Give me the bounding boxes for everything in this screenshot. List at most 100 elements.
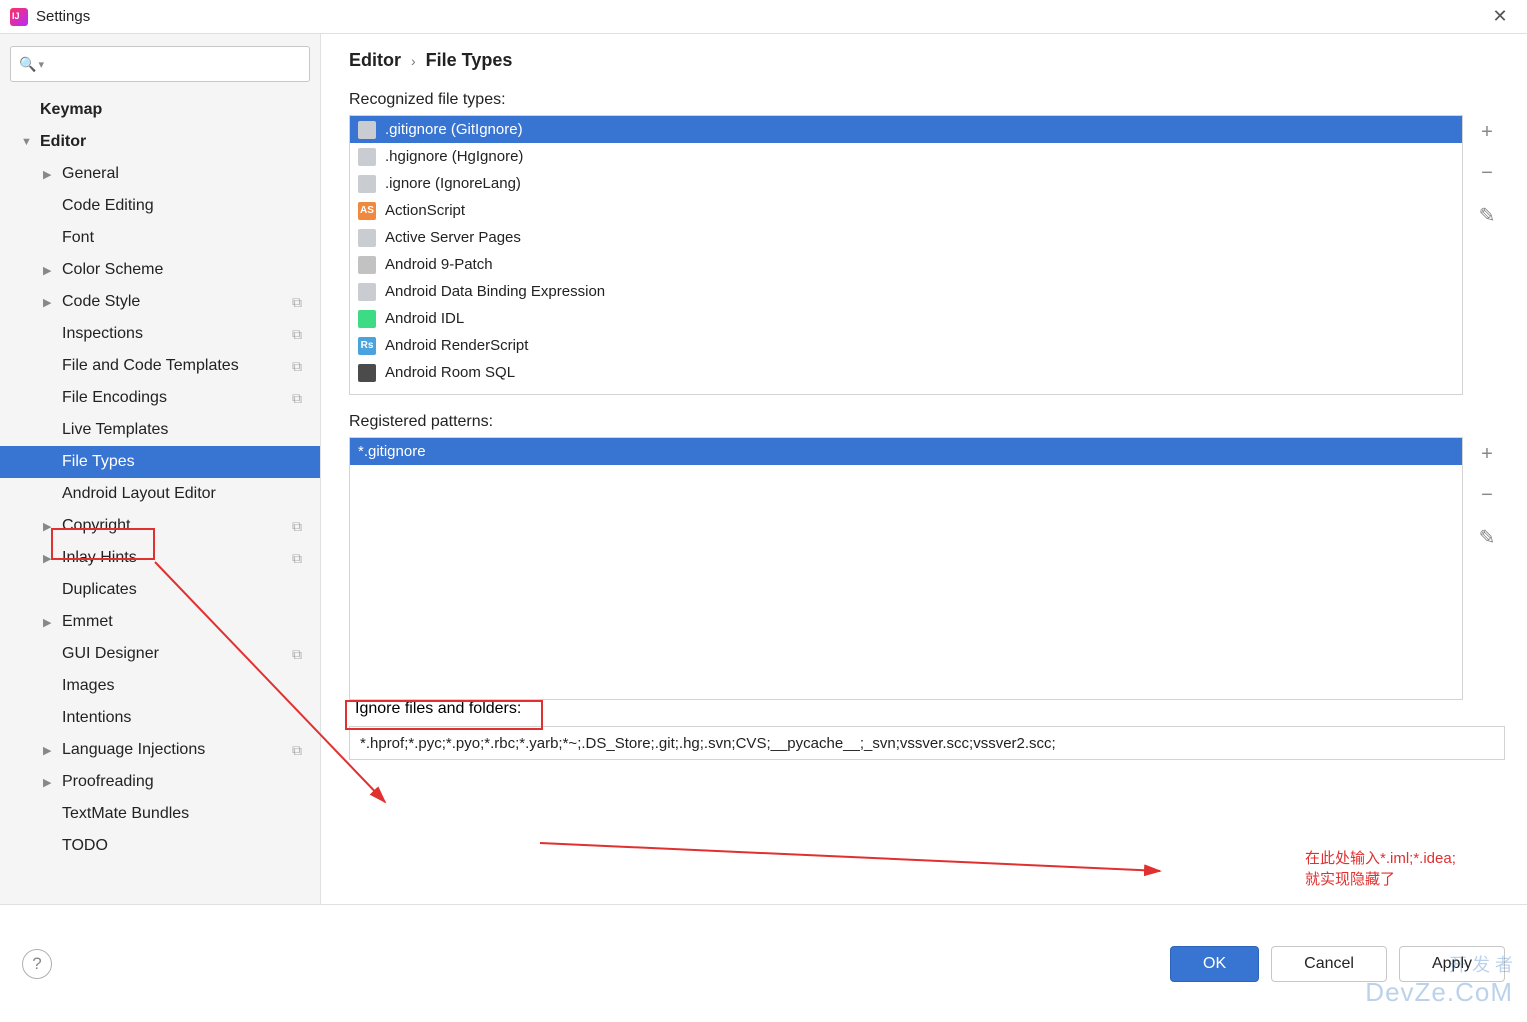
sidebar-item-label: Language Injections: [62, 741, 205, 759]
filetype-row[interactable]: ASActionScript: [350, 197, 1462, 224]
help-button[interactable]: ?: [22, 949, 52, 979]
edit-pattern-icon[interactable]: ✎: [1479, 525, 1496, 550]
expand-arrow-icon[interactable]: ▶: [43, 616, 57, 629]
sidebar-item-gui-designer[interactable]: GUI Designer ⧉: [0, 638, 320, 670]
add-pattern-icon[interactable]: +: [1481, 443, 1493, 466]
breadcrumb-root[interactable]: Editor: [349, 50, 401, 71]
filetype-row[interactable]: Active Server Pages: [350, 224, 1462, 251]
filetype-row[interactable]: Rs Android RenderScript: [350, 332, 1462, 359]
sidebar-item-label: GUI Designer: [62, 645, 159, 663]
filetype-row[interactable]: .hgignore (HgIgnore): [350, 143, 1462, 170]
sidebar-item-todo[interactable]: TODO: [0, 830, 320, 862]
sidebar-item-label: Emmet: [62, 613, 113, 631]
sidebar-item-label: TODO: [62, 837, 108, 855]
sidebar-item-label: Code Style: [62, 293, 140, 311]
settings-sidebar: 🔍 ▾ Keymap ▼Editor▶General Code Editing Fon…: [0, 34, 321, 966]
expand-arrow-icon[interactable]: ▶: [43, 296, 57, 309]
sidebar-item-proofreading[interactable]: ▶Proofreading: [0, 766, 320, 798]
main-panel: Editor › File Types Recognized file type…: [321, 34, 1527, 966]
filetype-row[interactable]: .ignore (IgnoreLang): [350, 170, 1462, 197]
sidebar-item-textmate-bundles[interactable]: TextMate Bundles: [0, 798, 320, 830]
sidebar-item-code-style[interactable]: ▶ Code Style ⧉: [0, 286, 320, 318]
filetype-icon: [358, 175, 376, 193]
close-icon[interactable]: ✕: [1483, 0, 1517, 34]
sidebar-item-color-scheme[interactable]: ▶ Color Scheme: [0, 254, 320, 286]
sidebar-item-label: Duplicates: [62, 581, 137, 599]
scope-icon: ⧉: [292, 742, 302, 759]
filetype-label: Android RenderScript: [385, 337, 528, 354]
sidebar-item-general[interactable]: ▶General: [0, 158, 320, 190]
sidebar-item-editor[interactable]: ▼Editor: [0, 126, 320, 158]
sidebar-item-live-templates[interactable]: Live Templates: [0, 414, 320, 446]
pattern-label: *.gitignore: [358, 443, 426, 460]
sidebar-item-label: Images: [62, 677, 114, 695]
sidebar-item-label: File and Code Templates: [62, 357, 239, 375]
apply-button[interactable]: Apply: [1399, 946, 1505, 982]
breadcrumb: Editor › File Types: [349, 50, 1505, 71]
sidebar-item-duplicates[interactable]: Duplicates: [0, 574, 320, 606]
sidebar-item-label: TextMate Bundles: [62, 805, 189, 823]
sidebar-item-intentions[interactable]: Intentions: [0, 702, 320, 734]
expand-arrow-icon[interactable]: ▶: [43, 552, 57, 565]
search-input[interactable]: 🔍 ▾: [10, 46, 310, 82]
filetype-row[interactable]: Android IDL: [350, 305, 1462, 332]
filetype-icon: [358, 283, 376, 301]
expand-arrow-icon[interactable]: ▶: [43, 264, 57, 277]
sidebar-item-label: Intentions: [62, 709, 131, 727]
chevron-right-icon: ›: [411, 53, 416, 69]
breadcrumb-leaf: File Types: [426, 50, 513, 71]
sidebar-item-label: Code Editing: [62, 197, 154, 215]
recognized-types-list[interactable]: .gitignore (GitIgnore) .hgignore (HgIgnor…: [349, 115, 1463, 395]
sidebar-item-label: Font: [62, 229, 94, 247]
sidebar-item-inlay-hints[interactable]: ▶Inlay Hints⧉: [0, 542, 320, 574]
sidebar-item-android-layout-editor[interactable]: Android Layout Editor: [0, 478, 320, 510]
ignore-files-input[interactable]: [349, 726, 1505, 760]
filetype-row[interactable]: Android Room SQL: [350, 359, 1462, 386]
remove-pattern-icon[interactable]: −: [1481, 484, 1493, 507]
window-title: Settings: [36, 8, 90, 25]
filetype-row[interactable]: .gitignore (GitIgnore): [350, 116, 1462, 143]
edit-filetype-icon[interactable]: ✎: [1479, 203, 1496, 228]
search-icon: 🔍: [19, 56, 36, 73]
expand-arrow-icon[interactable]: ▼: [21, 136, 35, 148]
sidebar-item-file-types[interactable]: File Types: [0, 446, 320, 478]
scope-icon: ⧉: [292, 294, 302, 311]
registered-patterns-list[interactable]: *.gitignore: [349, 437, 1463, 700]
sidebar-item-keymap[interactable]: Keymap: [0, 94, 320, 126]
sidebar-item-label: Color Scheme: [62, 261, 163, 279]
sidebar-item-images[interactable]: Images: [0, 670, 320, 702]
sidebar-item-code-editing[interactable]: Code Editing: [0, 190, 320, 222]
filetype-label: Android IDL: [385, 310, 464, 327]
annotation-text: 在此处输入*.iml;*.idea; 就实现隐藏了: [1305, 848, 1456, 890]
filetype-label: .hgignore (HgIgnore): [385, 148, 523, 165]
sidebar-item-label: File Encodings: [62, 389, 167, 407]
scope-icon: ⧉: [292, 646, 302, 663]
search-options-icon[interactable]: ▾: [38, 58, 44, 71]
sidebar-item-label: Keymap: [40, 101, 102, 119]
sidebar-item-label: Copyright: [62, 517, 130, 535]
sidebar-item-file-and-code-templates[interactable]: File and Code Templates⧉: [0, 350, 320, 382]
expand-arrow-icon[interactable]: ▶: [43, 520, 57, 533]
filetype-icon: [358, 256, 376, 274]
sidebar-item-emmet[interactable]: ▶ Emmet: [0, 606, 320, 638]
sidebar-item-copyright[interactable]: ▶Copyright⧉: [0, 510, 320, 542]
pattern-row[interactable]: *.gitignore: [350, 438, 1462, 465]
sidebar-item-label: Android Layout Editor: [62, 485, 216, 503]
expand-arrow-icon[interactable]: ▶: [43, 168, 57, 181]
filetype-label: .gitignore (GitIgnore): [385, 121, 523, 138]
remove-filetype-icon[interactable]: −: [1481, 162, 1493, 185]
sidebar-item-language-injections[interactable]: ▶ Language Injections ⧉: [0, 734, 320, 766]
expand-arrow-icon[interactable]: ▶: [43, 776, 57, 789]
scope-icon: ⧉: [292, 326, 302, 343]
filetype-row[interactable]: Android Data Binding Expression: [350, 278, 1462, 305]
sidebar-item-inspections[interactable]: Inspections⧉: [0, 318, 320, 350]
sidebar-item-font[interactable]: Font: [0, 222, 320, 254]
ok-button[interactable]: OK: [1170, 946, 1259, 982]
filetype-icon: Rs: [358, 337, 376, 355]
add-filetype-icon[interactable]: +: [1481, 121, 1493, 144]
cancel-button[interactable]: Cancel: [1271, 946, 1387, 982]
filetype-row[interactable]: Android 9-Patch: [350, 251, 1462, 278]
sidebar-item-file-encodings[interactable]: File Encodings⧉: [0, 382, 320, 414]
filetype-label: .ignore (IgnoreLang): [385, 175, 521, 192]
expand-arrow-icon[interactable]: ▶: [43, 744, 57, 757]
